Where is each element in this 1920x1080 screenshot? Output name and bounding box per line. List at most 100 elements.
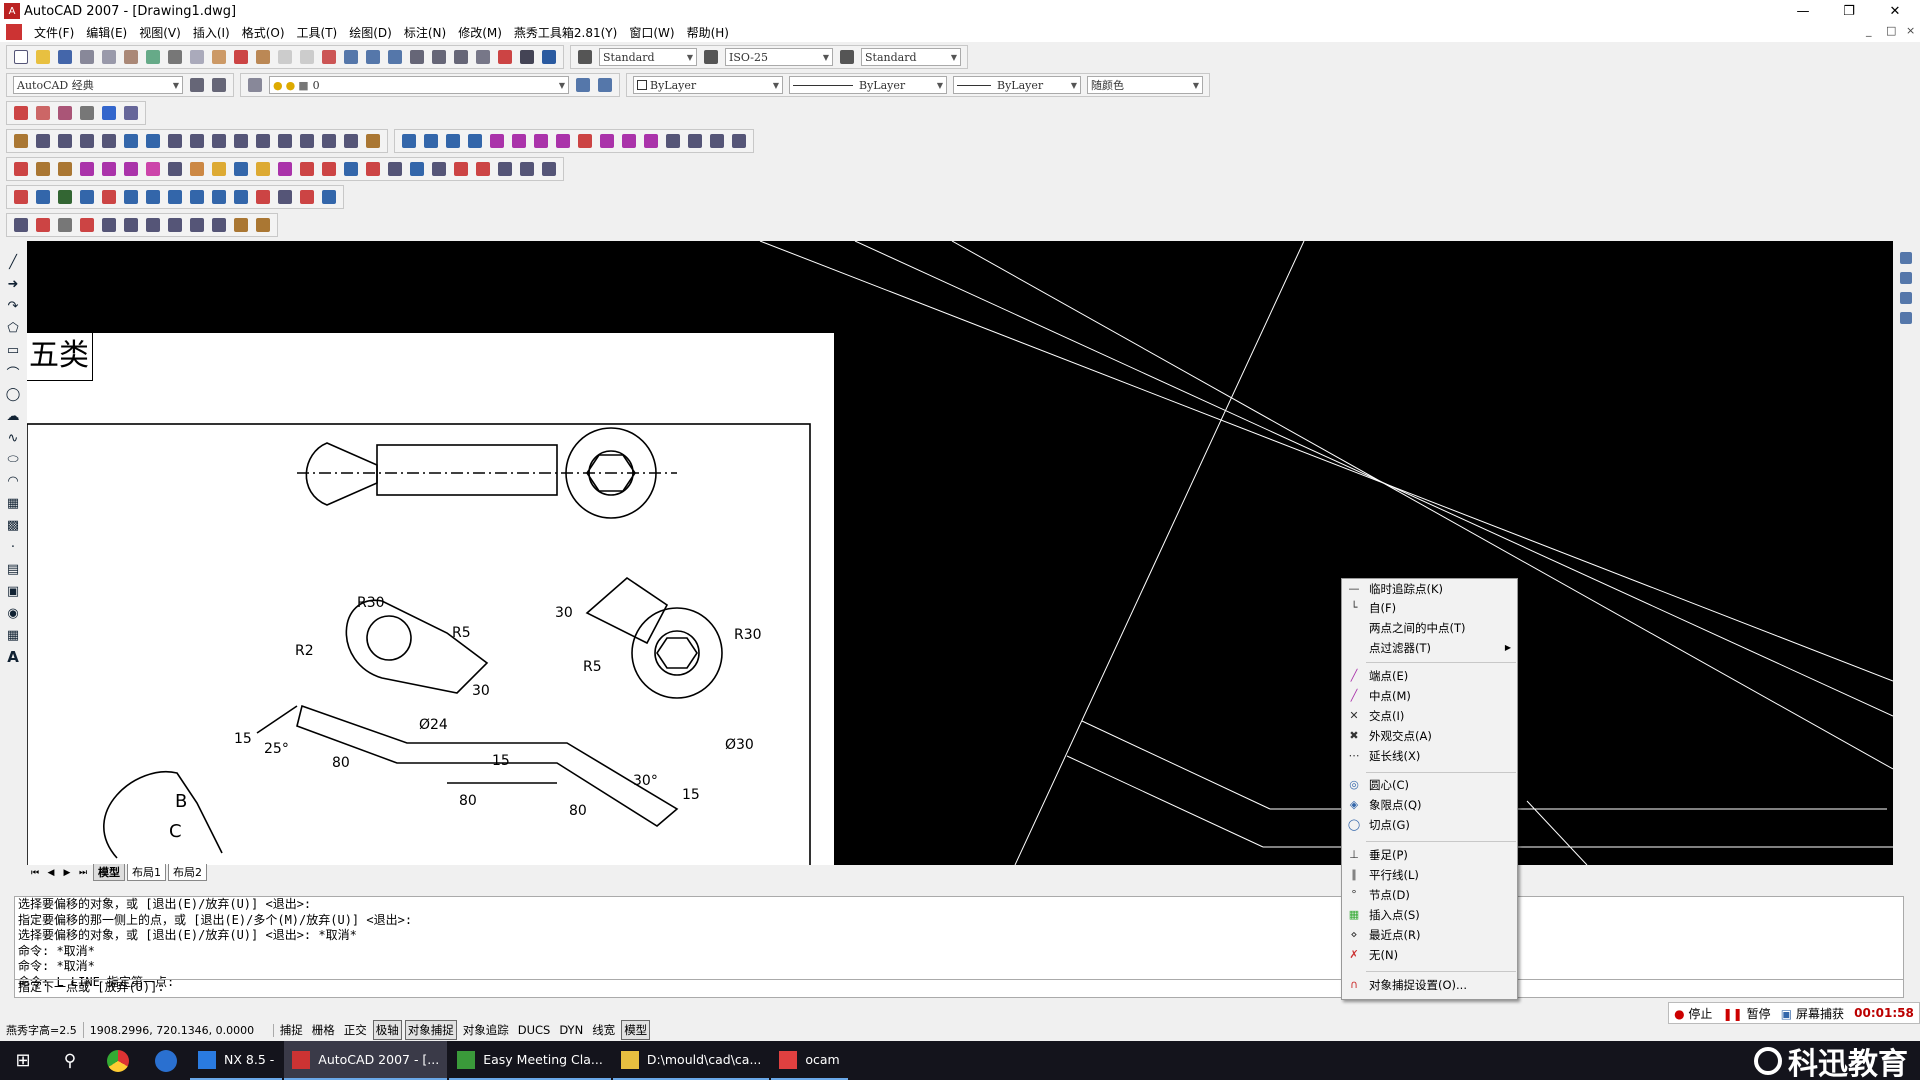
polygon-icon[interactable]: ⬠ — [2, 318, 24, 340]
ellipse-arc-icon[interactable]: ◠ — [2, 471, 24, 493]
sec-grid-icon[interactable] — [99, 215, 119, 235]
offset-icon[interactable] — [77, 131, 97, 151]
menu-help[interactable]: 帮助(H) — [681, 24, 735, 41]
send-to-back-icon[interactable] — [1897, 268, 1915, 288]
publish-icon[interactable] — [121, 47, 141, 67]
sec-triangle-icon[interactable] — [165, 215, 185, 235]
pan-icon[interactable] — [319, 47, 339, 67]
recorder-stop-button[interactable]: ● 停止 — [1674, 1005, 1712, 1022]
gradient-icon[interactable]: ▣ — [2, 580, 24, 602]
menu-item-perpendicular[interactable]: 垂足(P) — [1369, 846, 1408, 864]
menu-item-extension[interactable]: 延长线(X) — [1369, 747, 1420, 765]
yanxiu-build-icon[interactable] — [11, 103, 31, 123]
yanxiu-color-icon[interactable] — [99, 103, 119, 123]
sec-knife-icon[interactable] — [77, 215, 97, 235]
dyn-toggle[interactable]: DYN — [556, 1021, 586, 1039]
task-autocad[interactable]: AutoCAD 2007 - [... — [284, 1041, 448, 1080]
k-app-icon[interactable] — [142, 1041, 190, 1080]
menu-item-point-filters[interactable]: 点过滤器(T) — [1369, 639, 1431, 657]
mold-circle-icon[interactable] — [275, 187, 295, 207]
paste-icon[interactable] — [209, 47, 229, 67]
menu-item-quadrant[interactable]: 象限点(Q) — [1369, 796, 1422, 814]
command-prompt-input[interactable]: 指定下一点或 [放弃(U)]: — [15, 979, 1903, 997]
sec-clip-icon[interactable] — [231, 215, 251, 235]
menu-item-node[interactable]: 节点(D) — [1369, 886, 1410, 904]
dim-arc-icon[interactable] — [443, 131, 463, 151]
quick-dim-icon[interactable] — [575, 131, 595, 151]
search-icon[interactable]: ⚲ — [46, 1041, 94, 1080]
mold-ejector-icon[interactable] — [143, 187, 163, 207]
menu-file[interactable]: 文件(F) — [28, 24, 80, 41]
yanxiu-wave-icon[interactable] — [121, 159, 141, 179]
dim-edit-icon[interactable] — [707, 131, 727, 151]
menu-item-center[interactable]: 圆心(C) — [1369, 776, 1409, 794]
yanxiu-layers-icon[interactable] — [55, 103, 75, 123]
yanxiu-cross-icon[interactable] — [11, 159, 31, 179]
plot-icon[interactable] — [77, 47, 97, 67]
windows-start-icon[interactable]: ⊞ — [0, 1041, 46, 1080]
model-toggle[interactable]: 模型 — [621, 1020, 651, 1040]
yanxiu-hole-icon[interactable] — [99, 159, 119, 179]
prev-tab-icon[interactable]: ◀ — [43, 868, 59, 878]
table-icon[interactable]: ▦ — [2, 624, 24, 646]
markup-icon[interactable] — [495, 47, 515, 67]
tolerance-icon[interactable] — [663, 131, 683, 151]
text-style-select[interactable]: Standard ▼ — [599, 48, 697, 66]
coordinate-readout[interactable]: 1908.2996, 720.1346, 0.0000 — [84, 1023, 274, 1037]
stretch-icon[interactable] — [187, 131, 207, 151]
zoom-window-icon[interactable] — [363, 47, 383, 67]
menu-item-parallel[interactable]: 平行线(L) — [1369, 866, 1419, 884]
tool-palettes-icon[interactable] — [451, 47, 471, 67]
menu-view[interactable]: 视图(V) — [133, 24, 187, 41]
linetype-select[interactable]: ByLayer ▼ — [789, 76, 947, 94]
layer-manager-icon[interactable] — [245, 75, 265, 95]
menu-item-intersection[interactable]: 交点(I) — [1369, 707, 1404, 725]
workspace-settings-icon[interactable] — [187, 75, 207, 95]
help-icon[interactable] — [539, 47, 559, 67]
table-style-select[interactable]: Standard ▼ — [861, 48, 961, 66]
text-style-icon[interactable] — [575, 47, 595, 67]
next-tab-icon[interactable]: ▶ — [59, 868, 75, 878]
yanxiu-text-icon[interactable] — [341, 159, 361, 179]
menu-window[interactable]: 窗口(W) — [623, 24, 680, 41]
menu-item-temp-track[interactable]: 临时追踪点(K) — [1369, 580, 1443, 598]
3d-dwf-icon[interactable] — [143, 47, 163, 67]
plotstyle-select[interactable]: 随颜色 ▼ — [1087, 76, 1203, 94]
tab-layout2[interactable]: 布局2 — [168, 864, 207, 881]
array-icon[interactable] — [99, 131, 119, 151]
mold-pin-icon[interactable] — [33, 187, 53, 207]
properties-icon[interactable] — [407, 47, 427, 67]
menu-yanxiu[interactable]: 燕秀工具箱2.81(Y) — [508, 24, 623, 41]
yanxiu-split-icon[interactable] — [473, 159, 493, 179]
mold-core-icon[interactable] — [231, 187, 251, 207]
yanxiu-angle-icon[interactable] — [77, 159, 97, 179]
mold-slider-icon[interactable] — [253, 187, 273, 207]
menu-draw[interactable]: 绘图(D) — [343, 24, 398, 41]
menu-item-endpoint[interactable]: 端点(E) — [1369, 667, 1408, 685]
color-select[interactable]: ByLayer ▼ — [633, 76, 783, 94]
mold-plate-icon[interactable] — [55, 187, 75, 207]
dim-baseline-icon[interactable] — [597, 131, 617, 151]
sec-table-icon[interactable] — [209, 215, 229, 235]
break-icon[interactable] — [253, 131, 273, 151]
yanxiu-hatch-icon[interactable] — [275, 159, 295, 179]
snap-toggle[interactable]: 捕捉 — [277, 1020, 306, 1040]
sec-box-icon[interactable] — [33, 215, 53, 235]
doc-restore-button[interactable]: □ — [1886, 24, 1896, 37]
revision-cloud-icon[interactable]: ☁ — [2, 405, 24, 427]
yanxiu-frame-icon[interactable] — [363, 159, 383, 179]
zoom-previous-icon[interactable] — [385, 47, 405, 67]
spline-icon[interactable]: ∿ — [2, 427, 24, 449]
arc-icon[interactable]: ⌒ — [2, 361, 24, 383]
save-icon[interactable] — [55, 47, 75, 67]
restore-button[interactable]: ❐ — [1826, 0, 1872, 22]
send-under-icon[interactable] — [1897, 308, 1915, 328]
make-block-icon[interactable]: ▩ — [2, 515, 24, 537]
layer-select[interactable]: ● ● ■ 0 ▼ — [269, 76, 569, 94]
menu-item-apparent-intersection[interactable]: 外观交点(A) — [1369, 727, 1432, 745]
open-icon[interactable] — [33, 47, 53, 67]
yanxiu-rect-icon[interactable] — [451, 159, 471, 179]
ducs-toggle[interactable]: DUCS — [515, 1021, 554, 1039]
yanxiu-stack-icon[interactable] — [77, 103, 97, 123]
sec-nocircle-icon[interactable] — [143, 215, 163, 235]
